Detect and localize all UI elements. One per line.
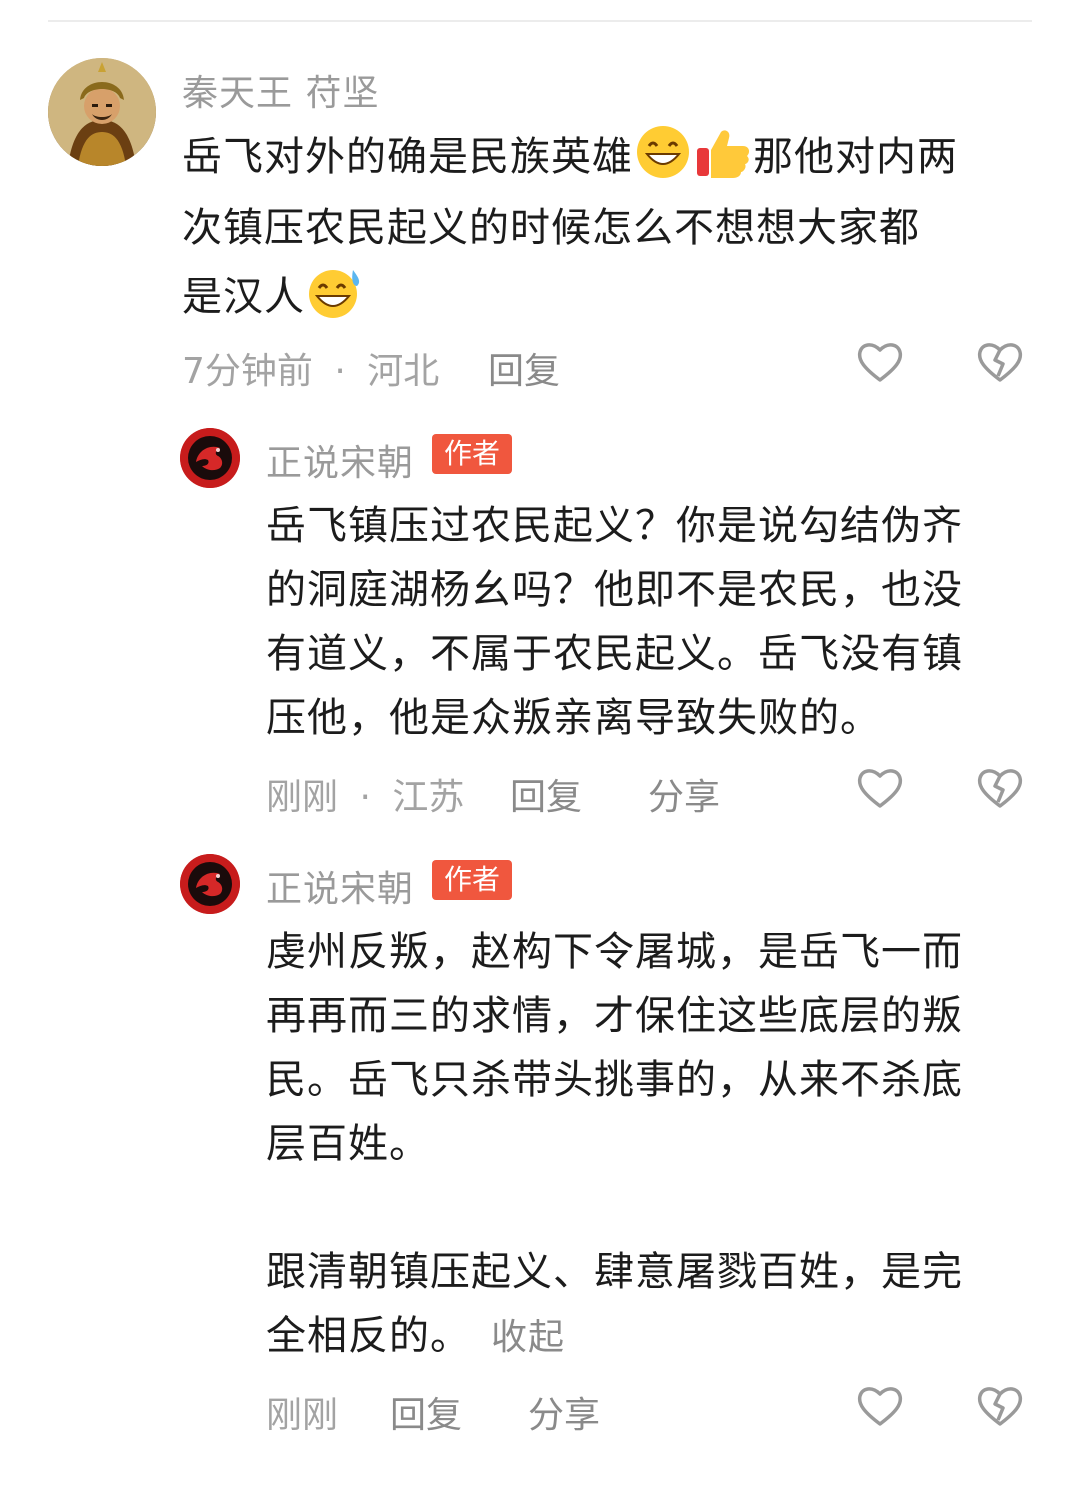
meta-separator: ·: [359, 777, 371, 818]
reply-text-line-2: 再再而三的求情，才保住这些底层的叛: [266, 993, 963, 1039]
like-button[interactable]: [854, 336, 906, 388]
heart-icon: [857, 1387, 903, 1426]
collapse-link[interactable]: 收起: [491, 1317, 565, 1358]
broken-heart-icon: [977, 343, 1023, 382]
like-button[interactable]: [854, 1380, 906, 1432]
comment-meta: 7分钟前 · 河北: [182, 342, 439, 394]
comment-location: 河北: [367, 351, 440, 392]
author-avatar[interactable]: [180, 428, 240, 488]
reply-button[interactable]: 回复: [510, 768, 582, 820]
share-button[interactable]: 分享: [648, 768, 720, 820]
top-divider: [48, 20, 1032, 22]
dislike-button[interactable]: [974, 762, 1026, 814]
dislike-button[interactable]: [974, 336, 1026, 388]
meta-separator: ·: [334, 351, 346, 392]
like-button[interactable]: [854, 762, 906, 814]
reply-text-line-1: 岳飞镇压过农民起义？你是说勾结伪齐: [266, 503, 963, 549]
comment-username[interactable]: 秦天王 苻坚: [182, 64, 379, 116]
comment-text-segment: 那他对内两: [753, 134, 958, 180]
reply-username[interactable]: 正说宋朝: [266, 434, 414, 486]
reply-username[interactable]: 正说宋朝: [266, 860, 414, 912]
author-badge: 作者: [432, 860, 513, 900]
reply-text-line-2: 的洞庭湖杨幺吗？他即不是农民，也没: [266, 567, 963, 613]
broken-heart-icon: [977, 1387, 1023, 1426]
reply-button[interactable]: 回复: [488, 342, 560, 394]
reply-text-line-7: 全相反的。 收起: [266, 1304, 565, 1370]
reply-time: 刚刚: [266, 777, 339, 818]
dislike-button[interactable]: [974, 1380, 1026, 1432]
heart-icon: [857, 343, 903, 382]
comment-text-line-1: 岳飞对外的确是民族英雄 那他对内两: [182, 124, 958, 189]
share-button[interactable]: 分享: [528, 1386, 600, 1438]
comment-text-line-3: 是汉人: [182, 264, 365, 329]
broken-heart-icon: [977, 769, 1023, 808]
dragon-emblem-icon: [180, 428, 240, 488]
reply-text-line-3: 有道义，不属于农民起义。岳飞没有镇: [266, 631, 963, 677]
grinning-face-icon: [633, 124, 693, 180]
reply-meta: 刚刚 · 江苏: [266, 768, 464, 820]
reply-text-segment: 全相反的。: [266, 1313, 471, 1359]
warrior-portrait-icon: [48, 58, 156, 166]
reply-time: 刚刚: [266, 1395, 339, 1436]
dragon-emblem-icon: [180, 854, 240, 914]
comment-text-segment: 岳飞对外的确是民族英雄: [182, 134, 633, 180]
reply-text-line-6: 跟清朝镇压起义、肆意屠戮百姓，是完: [266, 1249, 963, 1295]
reply-text-line-4: 层百姓。: [266, 1121, 430, 1167]
reply-text-line-1: 虔州反叛，赵构下令屠城，是岳飞一而: [266, 929, 963, 975]
user-avatar[interactable]: [48, 58, 156, 166]
reply-button[interactable]: 回复: [390, 1386, 462, 1438]
comment-text-line-2: 次镇压农民起义的时候怎么不想想大家都: [182, 205, 920, 251]
reply-location: 江苏: [392, 777, 465, 818]
grinning-sweat-icon: [305, 264, 365, 320]
author-badge: 作者: [432, 434, 513, 474]
heart-icon: [857, 769, 903, 808]
reply-text-line-3: 民。岳飞只杀带头挑事的，从来不杀底: [266, 1057, 963, 1103]
reply-text-line-4: 压他，他是众叛亲离导致失败的。: [266, 695, 881, 741]
comment-time: 7分钟前: [182, 351, 313, 392]
author-avatar[interactable]: [180, 854, 240, 914]
comment-text-segment: 是汉人: [182, 274, 305, 320]
thumbs-up-icon: [693, 124, 753, 180]
